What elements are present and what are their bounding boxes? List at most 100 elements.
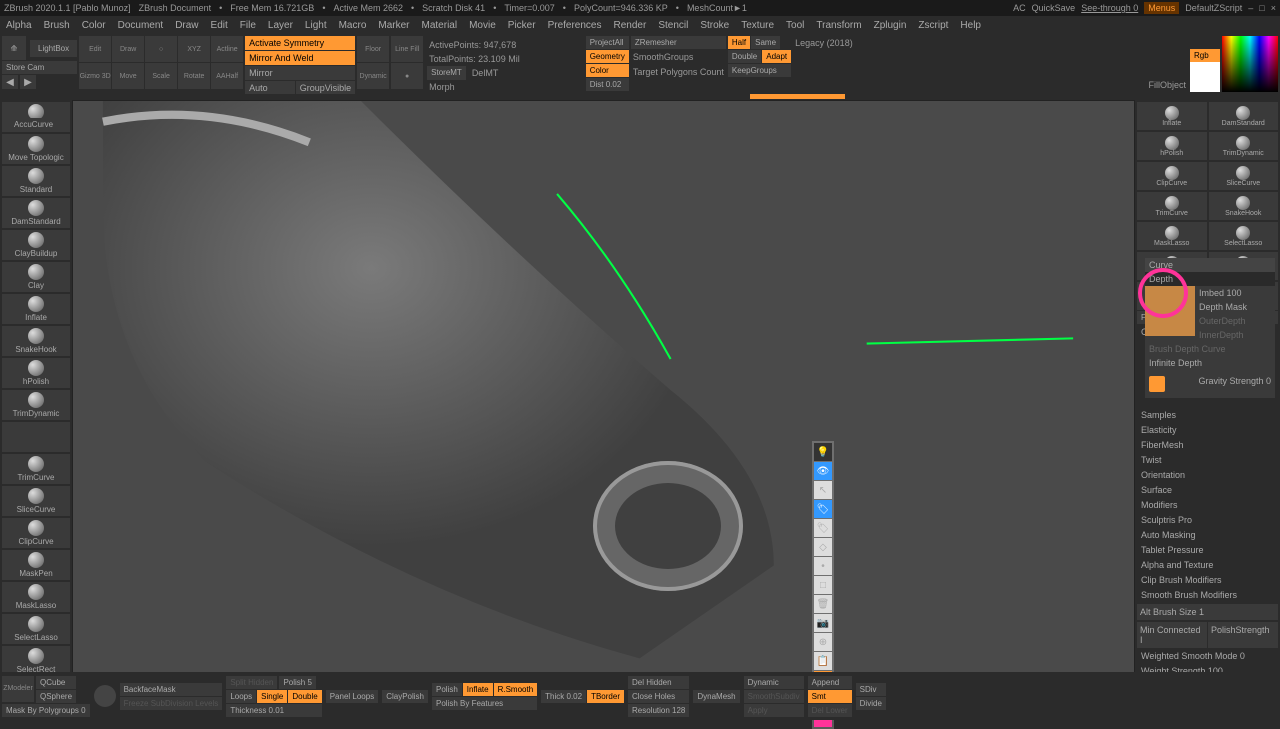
geometry-button[interactable]: Geometry — [586, 50, 629, 63]
projectall-button[interactable]: ProjectAll — [586, 36, 629, 49]
r-brush-trimdynamic[interactable]: TrimDynamic — [1209, 132, 1279, 160]
next-button[interactable]: ▶ — [20, 75, 36, 89]
menu-alpha[interactable]: Alpha — [6, 20, 32, 31]
half-button[interactable]: Half — [728, 36, 750, 49]
r-brush-slicecurve[interactable]: SliceCurve — [1209, 162, 1279, 190]
autogroups-button[interactable]: Auto Groups — [245, 81, 295, 95]
brush-slicecurve[interactable]: SliceCurve — [2, 486, 70, 516]
cursor-icon[interactable]: ↖ — [814, 481, 832, 499]
material-swatch[interactable]: ● — [391, 63, 423, 89]
menu-edit[interactable]: Edit — [211, 20, 228, 31]
polish-features[interactable]: Polish By Features — [432, 697, 537, 710]
fillobject-button[interactable]: FillObject — [1146, 78, 1188, 92]
draw-tool[interactable]: Draw — [112, 36, 144, 62]
scale-tool[interactable]: Scale — [145, 63, 177, 89]
section-surface[interactable]: Surface — [1137, 483, 1278, 497]
double-button[interactable]: Double — [288, 690, 321, 703]
menus-button[interactable]: Menus — [1144, 2, 1179, 14]
maximize-icon[interactable]: □ — [1259, 3, 1264, 13]
menu-draw[interactable]: Draw — [175, 20, 198, 31]
r-brush-clipcurve[interactable]: ClipCurve — [1137, 162, 1207, 190]
xyz-tool[interactable]: XYZ — [178, 36, 210, 62]
close-icon[interactable]: × — [1271, 3, 1276, 13]
menu-brush[interactable]: Brush — [44, 20, 70, 31]
loops-button[interactable]: Loops — [226, 690, 256, 703]
r-brush-inflate[interactable]: Inflate — [1137, 102, 1207, 130]
dynamic-button[interactable]: Dynamic — [357, 63, 389, 89]
edit-tool[interactable]: Edit — [79, 36, 111, 62]
gravity-slider[interactable]: Gravity Strength 0 — [1198, 376, 1271, 392]
menu-file[interactable]: File — [240, 20, 256, 31]
linefill-button[interactable]: Line Fill — [391, 36, 423, 62]
menu-picker[interactable]: Picker — [508, 20, 536, 31]
brush-move-topo[interactable]: Move Topologic — [2, 134, 70, 164]
resolution-slider[interactable]: Resolution 128 — [628, 704, 689, 717]
prev-button[interactable]: ◀ — [2, 75, 18, 89]
section-tablet[interactable]: Tablet Pressure — [1137, 543, 1278, 557]
menu-preferences[interactable]: Preferences — [548, 20, 602, 31]
quicksave-button[interactable]: QuickSave — [1032, 3, 1076, 13]
zremesher-button[interactable]: ZRemesher — [631, 36, 726, 49]
menu-stencil[interactable]: Stencil — [658, 20, 688, 31]
brush-claybuildup[interactable]: ClayBuildup — [2, 230, 70, 260]
alt-brush-slider[interactable]: Alt Brush Size 1 — [1137, 604, 1278, 620]
r-brush-snakehook[interactable]: SnakeHook — [1209, 192, 1279, 220]
r-brush-masklasso[interactable]: MaskLasso — [1137, 222, 1207, 250]
color-swatch[interactable] — [1190, 62, 1220, 92]
maskpoly-slider[interactable]: Mask By Polygroups 0 — [2, 704, 90, 717]
menu-render[interactable]: Render — [614, 20, 647, 31]
rgb-button[interactable]: Rgb — [1190, 49, 1220, 62]
brush-maskpen[interactable]: MaskPen — [2, 550, 70, 580]
storecam-button[interactable]: Store Cam — [2, 61, 77, 74]
projection-icon[interactable]: ⟰ — [2, 36, 26, 60]
lightbox-button[interactable]: LightBox — [30, 40, 77, 57]
menu-material[interactable]: Material — [422, 20, 458, 31]
polish-slider[interactable]: Polish 5 — [279, 676, 315, 689]
r-brush-selectlasso[interactable]: SelectLasso — [1209, 222, 1279, 250]
floor-button[interactable]: Floor — [357, 36, 389, 62]
dot-icon[interactable]: • — [814, 557, 832, 575]
brush-trimdynamic[interactable]: TrimDynamic — [2, 390, 70, 420]
r-brush-hpolish[interactable]: hPolish — [1137, 132, 1207, 160]
delhidden-button[interactable]: Del Hidden — [628, 676, 689, 689]
imbed-slider[interactable]: Imbed 100 — [1199, 288, 1242, 298]
color-picker[interactable] — [1222, 36, 1278, 92]
adapt-button[interactable]: Adapt — [762, 50, 791, 63]
section-clipbrush[interactable]: Clip Brush Modifiers — [1137, 573, 1278, 587]
menu-color[interactable]: Color — [82, 20, 106, 31]
r-brush-damstandard[interactable]: DamStandard — [1209, 102, 1279, 130]
thickness-slider[interactable]: Thickness 0.01 — [226, 704, 321, 717]
brush-snakehook[interactable]: SnakeHook — [2, 326, 70, 356]
slider-bar[interactable] — [750, 94, 845, 99]
menu-zplugin[interactable]: Zplugin — [874, 20, 907, 31]
eye-icon[interactable]: 👁 — [814, 462, 832, 480]
qsphere-button[interactable]: QSphere — [36, 690, 76, 703]
section-automasking[interactable]: Auto Masking — [1137, 528, 1278, 542]
menu-document[interactable]: Document — [118, 20, 164, 31]
minimize-icon[interactable]: – — [1248, 3, 1253, 13]
camera-icon[interactable]: 📷 — [814, 614, 832, 632]
color-button[interactable]: Color — [586, 64, 629, 77]
menu-layer[interactable]: Layer — [268, 20, 293, 31]
section-sculptris[interactable]: Sculptris Pro — [1137, 513, 1278, 527]
closeholes-button[interactable]: Close Holes — [628, 690, 689, 703]
brush-standard[interactable]: Standard — [2, 166, 70, 196]
menu-light[interactable]: Light — [305, 20, 327, 31]
actline-tool[interactable]: Actline — [211, 36, 243, 62]
section-twist[interactable]: Twist — [1137, 453, 1278, 467]
menu-zscript[interactable]: Zscript — [918, 20, 948, 31]
qcube-button[interactable]: QCube — [36, 676, 76, 689]
section-modifiers[interactable]: Modifiers — [1137, 498, 1278, 512]
lightbulb-icon[interactable]: 💡 — [814, 443, 832, 461]
mirror-weld-button[interactable]: Mirror And Weld — [245, 51, 355, 65]
backface-button[interactable]: BackfaceMask — [120, 683, 223, 696]
menu-marker[interactable]: Marker — [378, 20, 409, 31]
brush-inflate[interactable]: Inflate — [2, 294, 70, 324]
circle-icon[interactable] — [94, 685, 116, 707]
brush-trimcurve[interactable]: TrimCurve — [2, 454, 70, 484]
section-smoothbrush[interactable]: Smooth Brush Modifiers — [1137, 588, 1278, 602]
claypolish-button[interactable]: ClayPolish — [382, 690, 428, 703]
brush-hpolish[interactable]: hPolish — [2, 358, 70, 388]
menu-stroke[interactable]: Stroke — [700, 20, 729, 31]
r-brush-trimcurve[interactable]: TrimCurve — [1137, 192, 1207, 220]
